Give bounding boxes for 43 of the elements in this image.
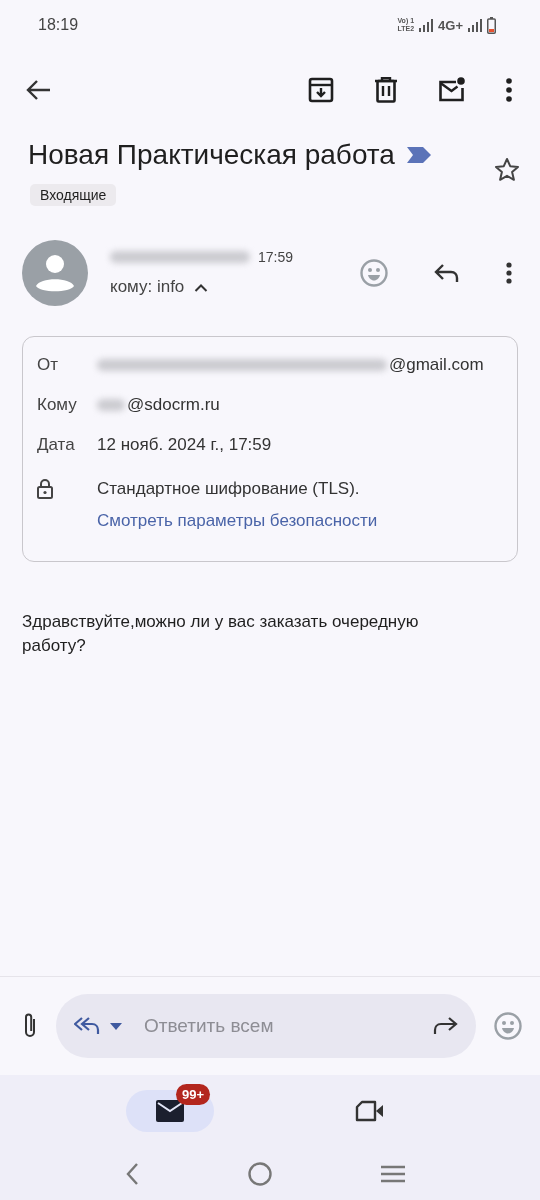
clock-time: 18:19	[38, 16, 79, 34]
security-settings-link[interactable]: Смотреть параметры безопасности	[97, 511, 378, 531]
reply-all-icon	[74, 1017, 102, 1035]
field-value: @gmail.com	[389, 355, 484, 375]
reply-field[interactable]: Ответить всем	[56, 994, 476, 1058]
paperclip-icon[interactable]	[22, 1012, 38, 1040]
message-body: Здравствуйте,можно ли у вас заказать очередную работу?	[22, 611, 420, 657]
home-icon[interactable]	[248, 1161, 272, 1186]
count-badge: 99+	[176, 1084, 211, 1105]
reply-input[interactable]: Ответить всем	[142, 1014, 424, 1038]
more-options-icon[interactable]	[506, 78, 512, 102]
mail-unread-icon[interactable]	[438, 77, 466, 103]
field-value: @sdocrm.ru	[127, 395, 220, 415]
more-options-icon[interactable]	[506, 262, 512, 284]
encryption-text: Стандартное шифрование (TLS).	[97, 479, 361, 499]
field-label: От	[37, 355, 59, 375]
importance-marker-icon[interactable]	[406, 147, 431, 163]
field-label: Кому	[37, 395, 78, 415]
avatar-icon	[22, 240, 88, 306]
signal-icon	[468, 18, 482, 32]
mail-icon	[156, 1100, 184, 1122]
field-label: Дата	[37, 435, 76, 455]
field-value: 12 нояб. 2024 г., 17:59	[97, 435, 272, 455]
battery-icon	[487, 16, 496, 34]
archive-icon[interactable]	[308, 77, 334, 103]
dropdown-caret-icon	[110, 1022, 122, 1030]
reply-icon[interactable]	[434, 263, 460, 283]
nav-tab[interactable]	[126, 1090, 214, 1132]
back-arrow-icon[interactable]	[26, 79, 52, 101]
trash-icon[interactable]	[374, 77, 398, 103]
star-icon[interactable]	[494, 157, 520, 182]
forward-icon	[432, 1017, 458, 1035]
sent-time: 17:59	[258, 249, 294, 265]
back-icon[interactable]	[124, 1161, 139, 1186]
recents-icon[interactable]	[381, 1164, 406, 1183]
recipients-text[interactable]: кому: info	[110, 277, 185, 297]
lock-icon	[37, 479, 53, 499]
video-camera-icon	[355, 1100, 385, 1122]
signal-icon	[419, 18, 434, 32]
email-subject: Новая Практическая работа	[28, 139, 395, 171]
chevron-icon[interactable]	[194, 282, 209, 292]
network-label: 4G+	[438, 17, 463, 33]
label-chip[interactable]: Входящие	[30, 184, 117, 206]
